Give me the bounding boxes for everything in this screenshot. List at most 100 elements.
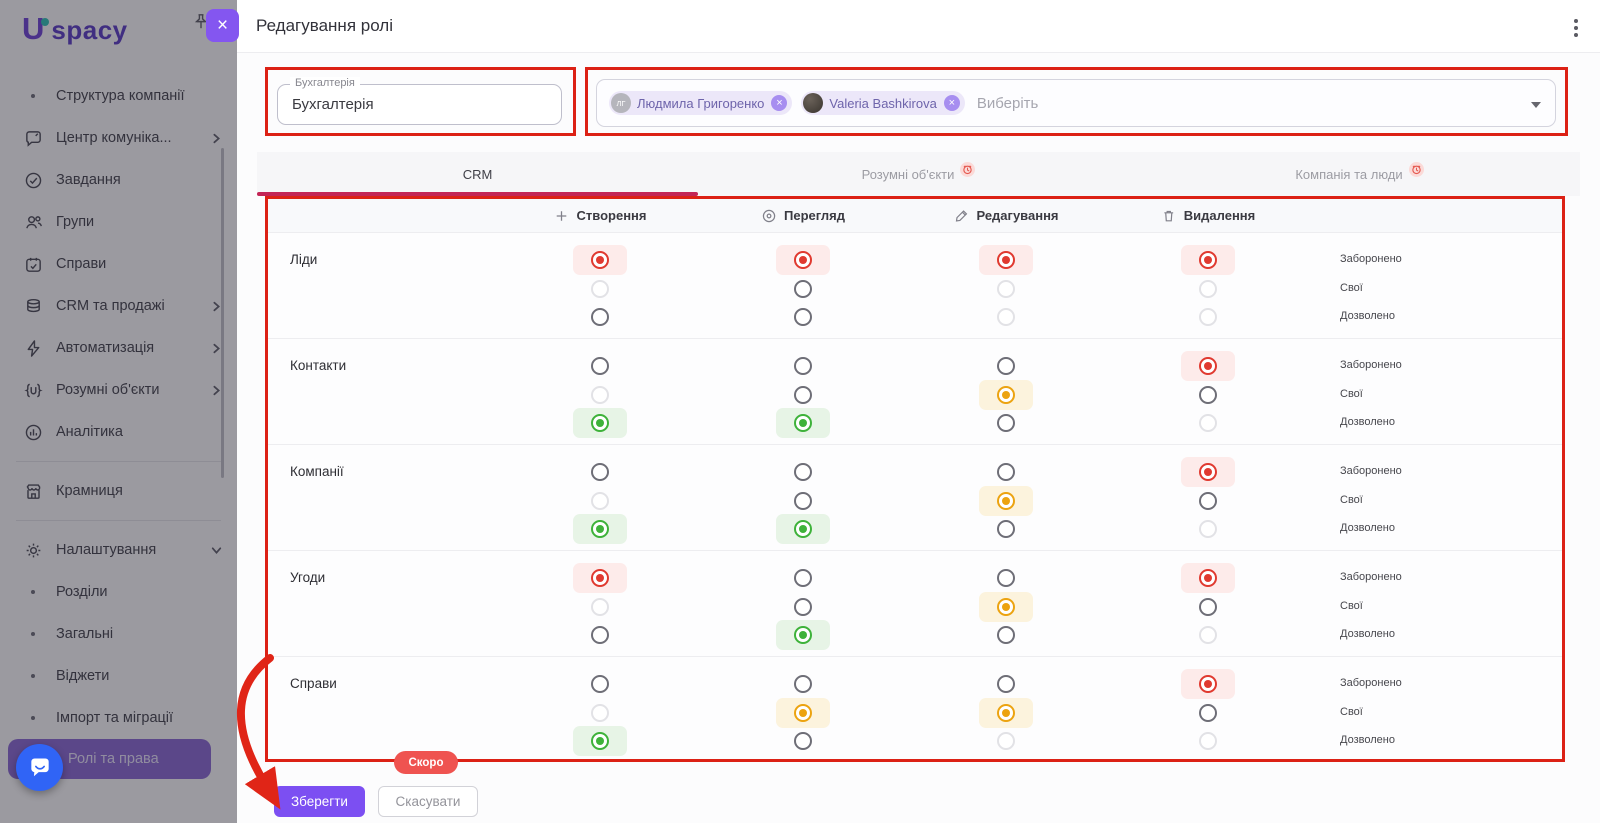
- radio-companies-delete-1[interactable]: [1181, 486, 1235, 516]
- radio-companies-delete-0[interactable]: [1181, 457, 1235, 487]
- radio-cases-create-1[interactable]: [573, 698, 627, 728]
- radio-leads-create-1[interactable]: [573, 274, 627, 304]
- sidebar-item-analytics[interactable]: Аналітика: [0, 411, 237, 453]
- radio-contacts-delete-0[interactable]: [1181, 351, 1235, 381]
- radio-cases-delete-1[interactable]: [1181, 698, 1235, 728]
- radio-cases-delete-0[interactable]: [1181, 669, 1235, 699]
- radio-leads-create-0[interactable]: [573, 245, 627, 275]
- sidebar-item-settings[interactable]: Налаштування: [0, 529, 237, 571]
- radio-deals-edit-0[interactable]: [979, 563, 1033, 593]
- radio-deals-create-0[interactable]: [573, 563, 627, 593]
- radio-contacts-delete-1[interactable]: [1181, 380, 1235, 410]
- sidebar-item-smart-objects[interactable]: Розумні об'єкти: [0, 369, 237, 411]
- radio-cases-edit-2[interactable]: [979, 726, 1033, 756]
- radio-deals-edit-2[interactable]: [979, 620, 1033, 650]
- option-label: Заборонено: [1340, 465, 1402, 477]
- kebab-menu-icon[interactable]: [1565, 15, 1587, 39]
- radio-deals-delete-2[interactable]: [1181, 620, 1235, 650]
- soon-badge: Скоро: [394, 751, 458, 774]
- radio-companies-view-0[interactable]: [776, 457, 830, 487]
- logo-dot-icon: [41, 18, 49, 26]
- sidebar-scrollbar[interactable]: [221, 148, 224, 478]
- smart-icon: [22, 380, 44, 400]
- radio-cases-view-2[interactable]: [776, 726, 830, 756]
- radio-leads-view-2[interactable]: [776, 302, 830, 332]
- chat-widget-button[interactable]: [16, 744, 63, 791]
- radio-companies-edit-1[interactable]: [979, 486, 1033, 516]
- radio-cases-create-2[interactable]: [573, 726, 627, 756]
- radio-cases-delete-2[interactable]: [1181, 726, 1235, 756]
- dot-icon: [22, 624, 44, 644]
- radio-contacts-create-2[interactable]: [573, 408, 627, 438]
- remove-member-icon[interactable]: ×: [771, 95, 787, 111]
- radio-cases-view-0[interactable]: [776, 669, 830, 699]
- tab-crm[interactable]: CRM: [257, 152, 698, 196]
- radio-companies-view-1[interactable]: [776, 486, 830, 516]
- radio-leads-delete-0[interactable]: [1181, 245, 1235, 275]
- radio-companies-delete-2[interactable]: [1181, 514, 1235, 544]
- eye-icon: [761, 208, 777, 224]
- sidebar-item-sections[interactable]: Розділи: [0, 571, 237, 613]
- radio-contacts-create-1[interactable]: [573, 380, 627, 410]
- radio-leads-view-0[interactable]: [776, 245, 830, 275]
- radio-leads-create-2[interactable]: [573, 302, 627, 332]
- permissions-table-body: ЛідиЗабороненоСвоїДозволено Контакти Забор…: [268, 232, 1562, 762]
- radio-deals-edit-1[interactable]: [979, 592, 1033, 622]
- sidebar-item-automation[interactable]: Автоматизація: [0, 327, 237, 369]
- sidebar-item-store[interactable]: Крамниця: [0, 470, 237, 512]
- radio-deals-view-0[interactable]: [776, 563, 830, 593]
- sidebar-item-general[interactable]: Загальні: [0, 613, 237, 655]
- radio-contacts-view-2[interactable]: [776, 408, 830, 438]
- radio-companies-edit-0[interactable]: [979, 457, 1033, 487]
- radio-leads-delete-2[interactable]: [1181, 302, 1235, 332]
- members-select[interactable]: ЛГ Людмила Григоренко × VB Valeria Bashk…: [596, 79, 1556, 127]
- stack-icon: [22, 296, 44, 316]
- radio-contacts-edit-1[interactable]: [979, 380, 1033, 410]
- sidebar-item-communication-center[interactable]: Центр комуніка...: [0, 117, 237, 159]
- role-name-input[interactable]: [278, 85, 561, 124]
- radio-contacts-delete-2[interactable]: [1181, 408, 1235, 438]
- radio-companies-create-0[interactable]: [573, 457, 627, 487]
- sidebar-item-crm-sales[interactable]: CRM та продажі: [0, 285, 237, 327]
- radio-contacts-edit-0[interactable]: [979, 351, 1033, 381]
- main-panel: Редагування ролі Бухгалтерія ЛГ Людмила …: [237, 0, 1600, 823]
- radio-cases-edit-0[interactable]: [979, 669, 1033, 699]
- dot-icon: [22, 666, 44, 686]
- sidebar-item-widgets[interactable]: Віджети: [0, 655, 237, 697]
- remove-member-icon[interactable]: ×: [944, 95, 960, 111]
- sidebar-item-tasks[interactable]: Завдання: [0, 159, 237, 201]
- radio-leads-delete-1[interactable]: [1181, 274, 1235, 304]
- radio-contacts-view-1[interactable]: [776, 380, 830, 410]
- sidebar-item-import-migrations[interactable]: Імпорт та міграції: [0, 697, 237, 739]
- sidebar-item-groups[interactable]: Групи: [0, 201, 237, 243]
- tab-smart-objects[interactable]: Розумні об'єкти: [698, 152, 1139, 196]
- radio-contacts-create-0[interactable]: [573, 351, 627, 381]
- radio-contacts-view-0[interactable]: [776, 351, 830, 381]
- radio-leads-view-1[interactable]: [776, 274, 830, 304]
- save-button[interactable]: Зберегти: [274, 786, 365, 817]
- radio-deals-create-1[interactable]: [573, 592, 627, 622]
- entity-label: Контакти: [290, 358, 346, 373]
- tab-company-people[interactable]: Компанія та люди: [1139, 152, 1580, 196]
- sidebar-item-company-structure[interactable]: Структура компанії: [0, 75, 237, 117]
- radio-deals-view-2[interactable]: [776, 620, 830, 650]
- radio-deals-delete-0[interactable]: [1181, 563, 1235, 593]
- radio-deals-create-2[interactable]: [573, 620, 627, 650]
- radio-companies-create-2[interactable]: [573, 514, 627, 544]
- radio-cases-edit-1[interactable]: [979, 698, 1033, 728]
- radio-companies-create-1[interactable]: [573, 486, 627, 516]
- radio-deals-delete-1[interactable]: [1181, 592, 1235, 622]
- radio-deals-view-1[interactable]: [776, 592, 830, 622]
- sidebar-item-activities[interactable]: Справи: [0, 243, 237, 285]
- radio-leads-edit-1[interactable]: [979, 274, 1033, 304]
- radio-cases-view-1[interactable]: [776, 698, 830, 728]
- radio-leads-edit-0[interactable]: [979, 245, 1033, 275]
- radio-leads-edit-2[interactable]: [979, 302, 1033, 332]
- radio-cases-create-0[interactable]: [573, 669, 627, 699]
- radio-companies-view-2[interactable]: [776, 514, 830, 544]
- permission-row-leads: ЛідиЗабороненоСвоїДозволено: [268, 232, 1562, 338]
- radio-contacts-edit-2[interactable]: [979, 408, 1033, 438]
- radio-companies-edit-2[interactable]: [979, 514, 1033, 544]
- cancel-button[interactable]: Скасувати: [378, 786, 478, 817]
- close-menu-button[interactable]: ×: [206, 9, 239, 42]
